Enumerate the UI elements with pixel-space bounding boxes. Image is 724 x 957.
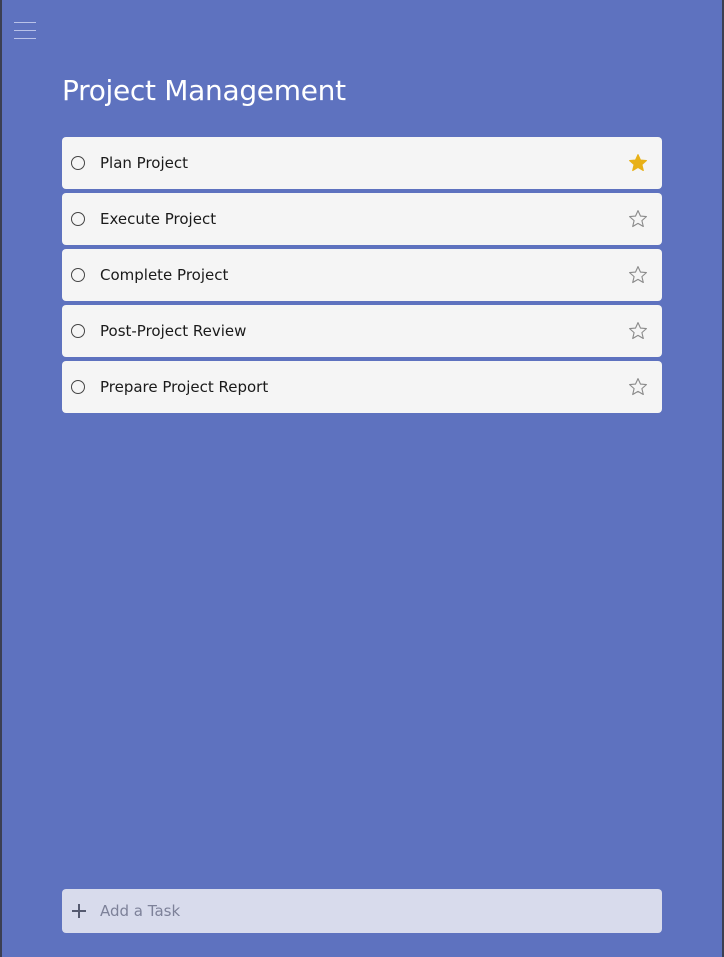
task-list: Plan Project Execute Project Complete Pr…	[62, 137, 662, 417]
task-item[interactable]: Prepare Project Report	[62, 361, 662, 413]
task-label: Complete Project	[100, 266, 229, 284]
app-window: Project Management Plan Project Execute …	[2, 0, 722, 957]
star-icon[interactable]	[628, 153, 648, 173]
hamburger-menu-icon[interactable]	[14, 19, 36, 41]
star-icon[interactable]	[628, 321, 648, 341]
circle-checkbox-icon[interactable]	[71, 324, 85, 338]
task-item[interactable]: Plan Project	[62, 137, 662, 189]
star-icon[interactable]	[628, 377, 648, 397]
page-title: Project Management	[62, 74, 346, 107]
star-icon[interactable]	[628, 209, 648, 229]
task-item[interactable]: Execute Project	[62, 193, 662, 245]
plus-icon[interactable]	[72, 904, 86, 918]
circle-checkbox-icon[interactable]	[71, 380, 85, 394]
task-label: Post-Project Review	[100, 322, 247, 340]
task-label: Plan Project	[100, 154, 189, 172]
circle-checkbox-icon[interactable]	[71, 212, 85, 226]
star-icon[interactable]	[628, 265, 648, 285]
circle-checkbox-icon[interactable]	[71, 156, 85, 170]
task-label: Execute Project	[100, 210, 217, 228]
circle-checkbox-icon[interactable]	[71, 268, 85, 282]
menu-line	[14, 22, 36, 23]
add-task-bar[interactable]	[62, 889, 662, 933]
menu-line	[14, 30, 36, 31]
add-task-input[interactable]	[100, 889, 640, 933]
task-label: Prepare Project Report	[100, 378, 269, 396]
task-item[interactable]: Complete Project	[62, 249, 662, 301]
menu-line	[14, 38, 36, 39]
task-item[interactable]: Post-Project Review	[62, 305, 662, 357]
